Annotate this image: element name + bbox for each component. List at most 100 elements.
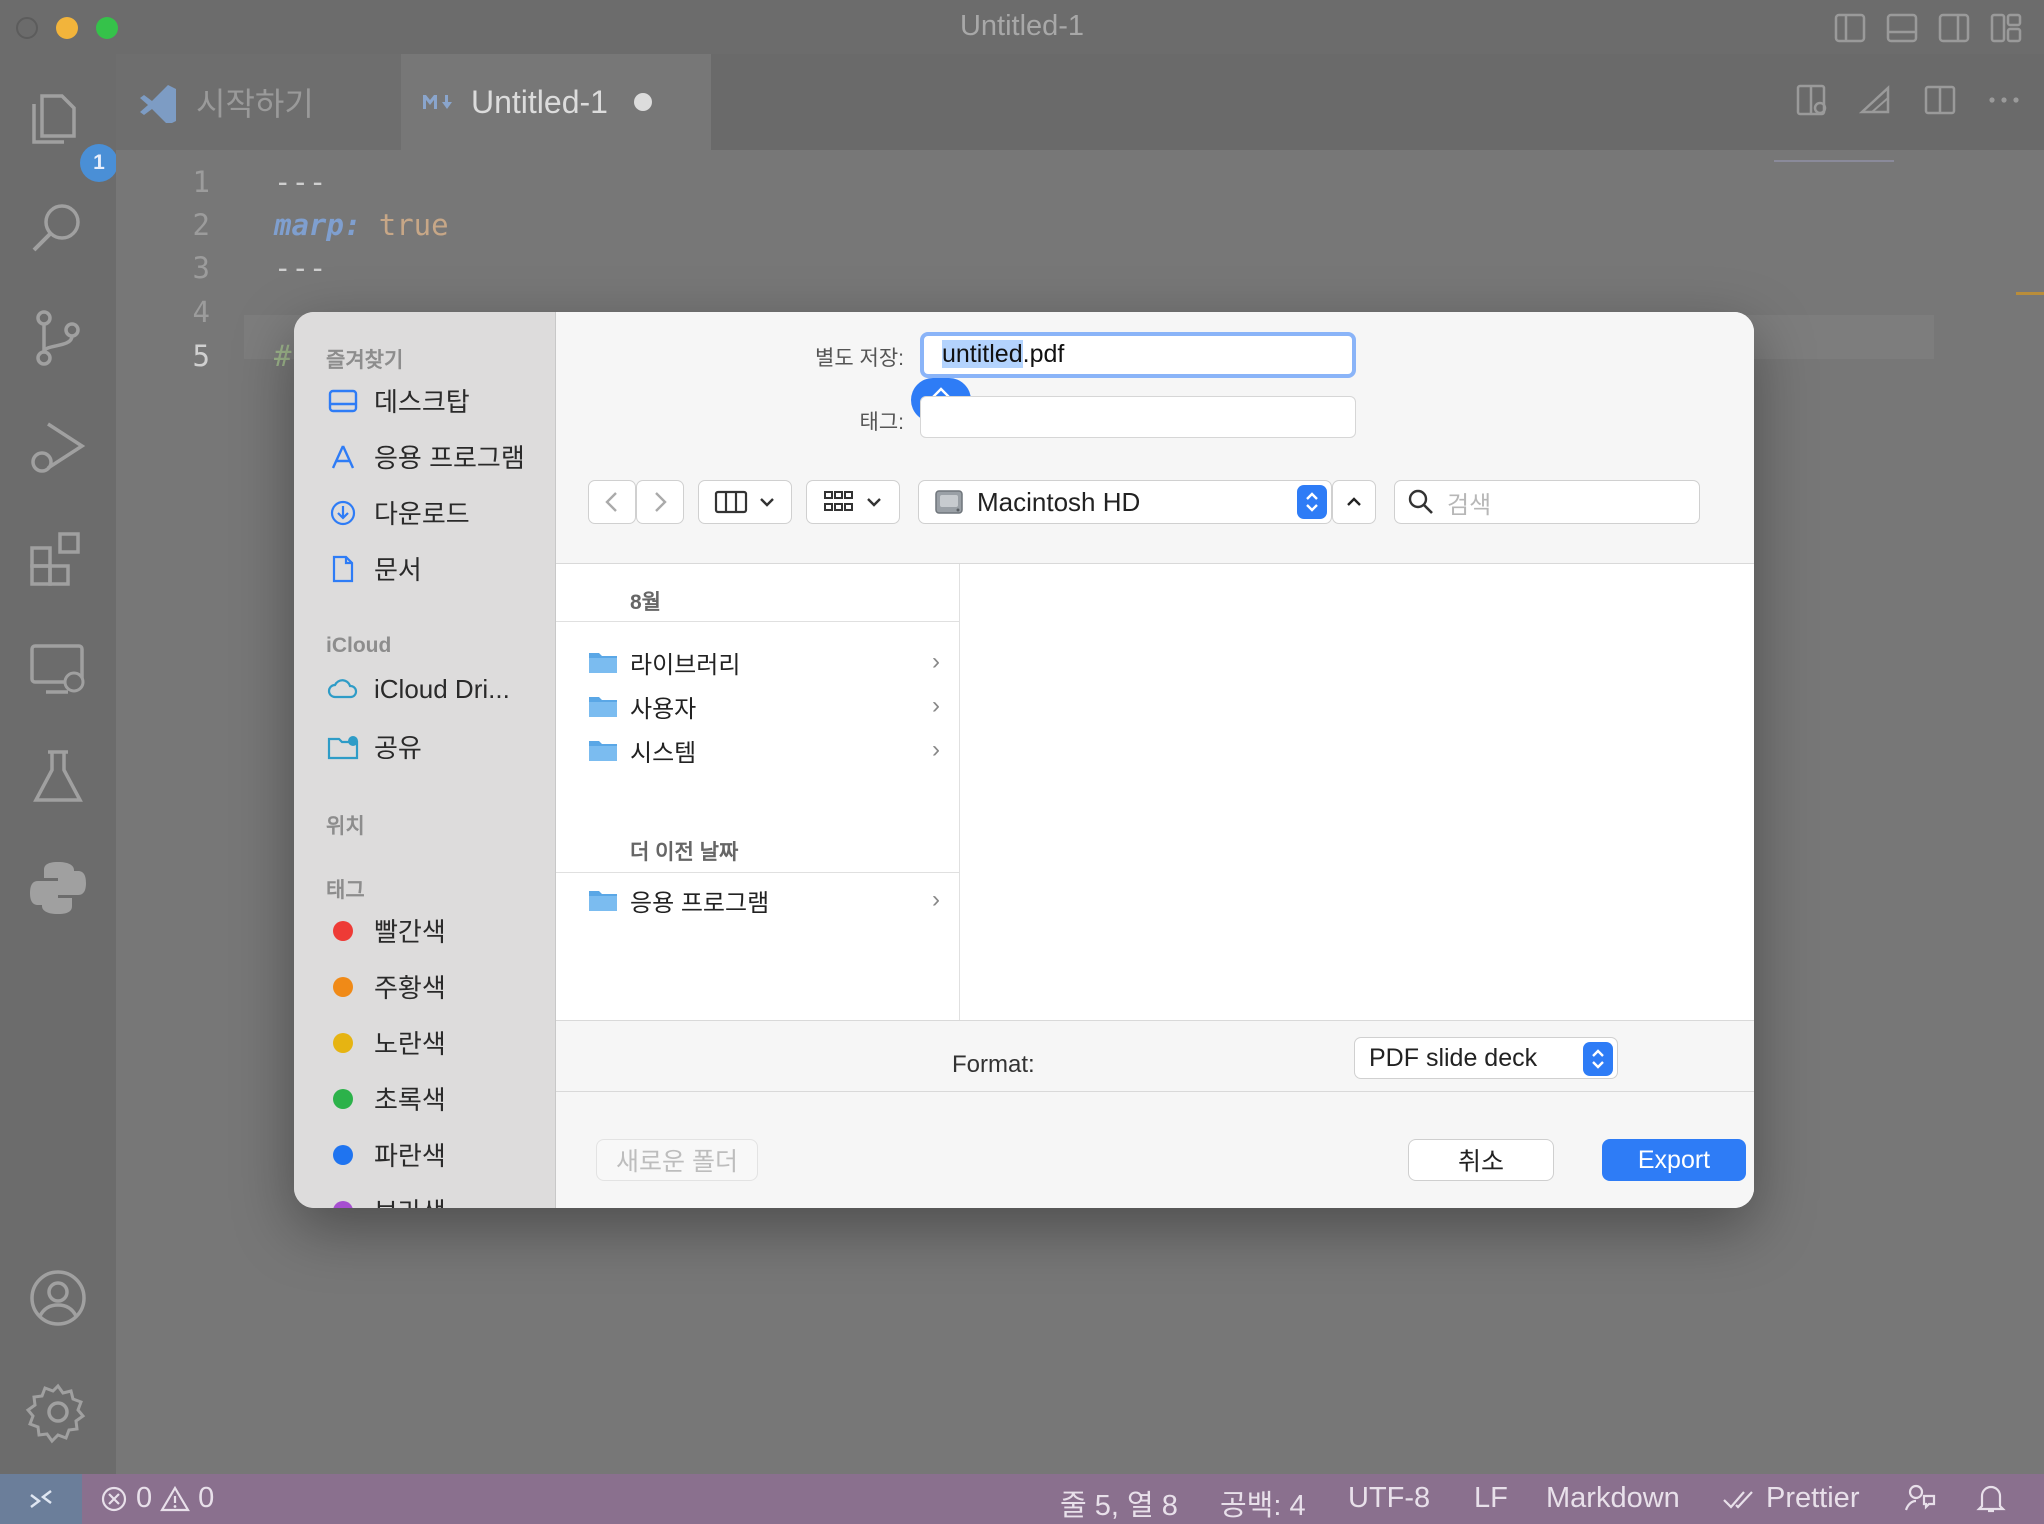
- toggle-panel-icon[interactable]: [1884, 10, 1920, 46]
- toggle-primary-sidebar-icon[interactable]: [1832, 10, 1868, 46]
- locations-header: 위치: [326, 815, 365, 838]
- cursor-position[interactable]: 줄 5, 열 8: [1060, 1482, 1178, 1524]
- cancel-button[interactable]: 취소: [1408, 1139, 1554, 1181]
- more-actions-icon[interactable]: [1986, 82, 2022, 118]
- unsaved-dot-icon[interactable]: [633, 93, 652, 111]
- file-browser-column: 8월 라이브러리 › 사용자 › 시스템 › 더 이전 날짜 응용 프로그램 ›: [556, 564, 960, 1020]
- problems-indicator[interactable]: 0 0: [100, 1482, 214, 1515]
- export-button[interactable]: Export: [1602, 1139, 1746, 1181]
- testing-icon[interactable]: [24, 744, 92, 812]
- sidebar-item-downloads[interactable]: 다운로드: [326, 494, 470, 531]
- markdown-icon: [423, 95, 452, 109]
- column-view-button[interactable]: [698, 480, 792, 524]
- tags-label: 태그:: [859, 411, 904, 434]
- explorer-icon[interactable]: 1: [24, 82, 118, 182]
- grid-icon: [824, 491, 853, 511]
- chevron-right-icon: [655, 492, 667, 512]
- sidebar-item-documents[interactable]: 문서: [326, 550, 422, 587]
- expand-collapse-button[interactable]: [1332, 480, 1376, 524]
- tab-label: 시작하기: [196, 86, 314, 122]
- sidebar-item-shared[interactable]: 공유: [326, 728, 422, 765]
- purple-tag-dot-icon: [333, 1200, 353, 1208]
- yellow-tag-dot-icon: [333, 1032, 353, 1053]
- sidebar-item-applications[interactable]: 응용 프로그램: [326, 438, 525, 475]
- folder-icon: [589, 891, 617, 911]
- prettier-status[interactable]: Prettier: [1722, 1482, 1859, 1515]
- list-item-applications[interactable]: 응용 프로그램 ›: [588, 880, 948, 920]
- folder-icon: [589, 697, 617, 717]
- list-item-library[interactable]: 라이브러리 ›: [588, 642, 948, 682]
- sidebar-tag-red[interactable]: 빨간색: [326, 912, 446, 949]
- run-debug-icon[interactable]: [24, 414, 92, 482]
- language-mode[interactable]: Markdown: [1546, 1482, 1680, 1515]
- search-icon[interactable]: [24, 194, 92, 262]
- split-editor-icon[interactable]: [1922, 82, 1958, 118]
- eol-setting[interactable]: LF: [1474, 1482, 1508, 1515]
- green-tag-dot-icon: [333, 1088, 353, 1109]
- window-title: Untitled-1: [959, 10, 1085, 42]
- source-control-icon[interactable]: [24, 304, 92, 372]
- notifications-bell-icon[interactable]: [1976, 1482, 2006, 1514]
- list-item-system[interactable]: 시스템 ›: [588, 730, 948, 770]
- columns-icon: [714, 490, 748, 514]
- cloud-icon: [327, 679, 358, 699]
- double-check-icon: [1723, 1490, 1753, 1509]
- tags-input[interactable]: [920, 396, 1356, 438]
- format-dropdown[interactable]: PDF slide deck: [1354, 1037, 1618, 1079]
- applications-icon: [331, 445, 355, 468]
- tab-welcome[interactable]: 시작하기: [116, 54, 401, 150]
- explorer-badge: 1: [80, 144, 118, 182]
- indentation-setting[interactable]: 공백: 4: [1220, 1482, 1306, 1524]
- shared-folder-icon: [327, 735, 359, 759]
- sidebar-tag-green[interactable]: 초록색: [326, 1080, 446, 1117]
- new-folder-button[interactable]: 새로운 폴더: [596, 1139, 758, 1181]
- search-icon: [1408, 489, 1433, 514]
- chevron-down-icon: [760, 498, 774, 507]
- remote-explorer-icon[interactable]: [24, 634, 92, 702]
- settings-gear-icon[interactable]: [24, 1378, 92, 1446]
- minimap[interactable]: [1774, 160, 1894, 162]
- extensions-icon[interactable]: [24, 524, 92, 592]
- format-label: Format:: [952, 1051, 1035, 1078]
- encoding-setting[interactable]: UTF-8: [1348, 1482, 1430, 1515]
- desktop-icon: [328, 389, 358, 412]
- sidebar-tag-yellow[interactable]: 노란색: [326, 1024, 446, 1061]
- tab-label: Untitled-1: [471, 83, 608, 120]
- sidebar-item-desktop[interactable]: 데스크탑: [326, 382, 470, 419]
- save-form: 별도 저장: untitled.pdf 태그: Macintosh HD 검색: [556, 312, 1754, 564]
- hard-drive-icon: [935, 490, 963, 514]
- python-icon[interactable]: [24, 854, 92, 922]
- dialog-main: 별도 저장: untitled.pdf 태그: Macintosh HD 검색 …: [556, 312, 1754, 1208]
- save-as-label: 별도 저장:: [815, 347, 904, 370]
- group-header: 8월: [630, 591, 661, 614]
- forward-button[interactable]: [636, 480, 684, 524]
- search-field[interactable]: 검색: [1394, 480, 1700, 524]
- feedback-icon[interactable]: [1904, 1482, 1936, 1514]
- open-preview-icon[interactable]: [1794, 82, 1830, 118]
- filename-input[interactable]: untitled.pdf: [920, 332, 1356, 378]
- icloud-header: iCloud: [326, 634, 392, 657]
- dialog-footer: Format: PDF slide deck 새로운 폴더 취소 Export: [556, 1020, 1754, 1208]
- toggle-secondary-sidebar-icon[interactable]: [1936, 10, 1972, 46]
- activity-bar: 1: [0, 54, 118, 1474]
- orange-tag-dot-icon: [333, 976, 353, 997]
- marp-slides-icon[interactable]: [1858, 82, 1894, 118]
- downloads-icon: [330, 500, 356, 525]
- chevron-up-icon: [1347, 497, 1361, 506]
- tab-untitled-1[interactable]: Untitled-1: [401, 54, 711, 150]
- sidebar-tag-purple[interactable]: 보라색: [326, 1192, 446, 1208]
- remote-indicator-icon[interactable]: [0, 1474, 82, 1524]
- sidebar-tag-orange[interactable]: 주황색: [326, 968, 446, 1005]
- group-view-button[interactable]: [806, 480, 900, 524]
- editor-tabs: 시작하기 Untitled-1: [116, 54, 2044, 150]
- export-save-dialog: 즐겨찾기 데스크탑 응용 프로그램 다운로드 문서 iCloud iCloud …: [294, 312, 1754, 1208]
- customize-layout-icon[interactable]: [1988, 10, 2024, 46]
- accounts-icon[interactable]: [24, 1264, 92, 1332]
- sidebar-tag-blue[interactable]: 파란색: [326, 1136, 446, 1173]
- location-dropdown[interactable]: Macintosh HD: [918, 480, 1332, 524]
- list-item-users[interactable]: 사용자 ›: [588, 686, 948, 726]
- red-tag-dot-icon: [333, 920, 353, 941]
- sidebar-item-icloud-drive[interactable]: iCloud Dri...: [326, 672, 510, 706]
- back-button[interactable]: [588, 480, 636, 524]
- vscode-logo-icon: [140, 85, 176, 123]
